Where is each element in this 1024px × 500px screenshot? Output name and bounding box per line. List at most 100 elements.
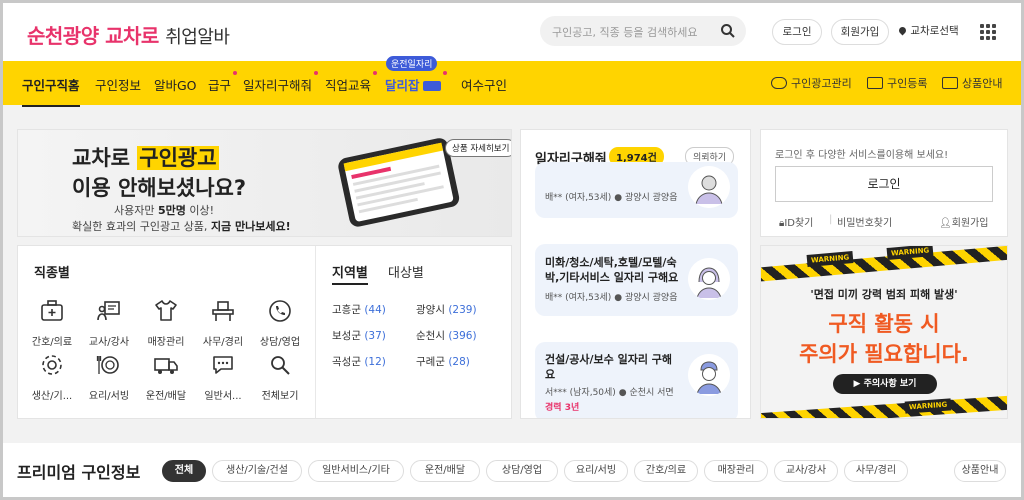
job-category-item[interactable]: 사무/경리 xyxy=(199,298,247,348)
divider: | xyxy=(829,214,833,225)
nav-item-home[interactable]: 구인구직홈 xyxy=(22,75,80,107)
premium-chip[interactable]: 사무/경리 xyxy=(844,460,908,482)
tab-target[interactable]: 대상별 xyxy=(388,262,424,281)
app-grid-icon[interactable] xyxy=(980,24,996,40)
ad-management-icon xyxy=(771,77,787,89)
job-seeker-card[interactable]: 건설/공사/보수 일자리 구해요 서*** (남자,50세) ● 순천시 서면 … xyxy=(535,342,738,418)
warning-ad[interactable]: WARNING WARNING '면접 미끼 강력 범죄 피해 발생' 구직 활… xyxy=(760,245,1008,419)
region-name: 구례군 xyxy=(416,356,445,368)
premium-chip-all[interactable]: 전체 xyxy=(162,460,206,482)
seeker-career: 경력 3년 xyxy=(545,403,580,413)
search-placeholder: 구인공고, 직종 등을 검색하세요 xyxy=(552,26,698,39)
banner-sub2: 확실한 효과의 구인광고 상품, 지금 만나보세요! xyxy=(72,218,291,234)
premium-chip[interactable]: 일반서비스/기타 xyxy=(308,460,404,482)
nav-item-yeosu[interactable]: 여수구인 xyxy=(461,75,507,94)
nav-job-register[interactable]: 구인등록 xyxy=(867,75,927,91)
premium-chip[interactable]: 생산/기술/건설 xyxy=(212,460,302,482)
nav-item-job-info[interactable]: 구인정보 xyxy=(95,75,141,94)
search-input[interactable]: 구인공고, 직종 등을 검색하세요 xyxy=(540,16,746,46)
region-link[interactable]: 구례군 (28) xyxy=(416,354,470,369)
warning-headline-2: 주의가 필요합니다. xyxy=(799,342,969,366)
banner-detail-button[interactable]: 상품 자세히보기 xyxy=(445,139,511,157)
tab-job-type[interactable]: 직종별 xyxy=(34,262,70,281)
job-category-item[interactable]: 생산/기... xyxy=(28,352,76,402)
nav-item-find-job[interactable]: 일자리구해줘 xyxy=(243,71,319,94)
warning-tape xyxy=(761,393,1007,418)
region-link[interactable]: 보성군 (37) xyxy=(332,328,386,343)
premium-chip[interactable]: 간호/의료 xyxy=(634,460,698,482)
site-logo[interactable]: 순천광양 교차로 취업알바 xyxy=(27,20,230,49)
region-link[interactable]: 순천시 (396) xyxy=(416,328,477,343)
location-pin-icon: ● xyxy=(614,293,623,303)
nav-item-education[interactable]: 직업교육 xyxy=(325,71,378,94)
driver-jobs-badge: 운전일자리 xyxy=(386,56,438,71)
shirt-icon xyxy=(155,300,177,321)
nav-item-albago[interactable]: 알바GO xyxy=(154,75,197,94)
job-category-label: 상담/영업 xyxy=(259,337,301,348)
nav-item-urgent-label: 급구 xyxy=(208,78,232,93)
job-category-item[interactable]: 상담/영업 xyxy=(256,298,304,348)
tab-region[interactable]: 지역별 xyxy=(332,262,368,285)
job-category-label: 간호/의료 xyxy=(31,337,73,348)
job-category-item[interactable]: 간호/의료 xyxy=(28,298,76,348)
panel-login-button[interactable]: 로그인 xyxy=(775,166,993,202)
region-link[interactable]: 고흥군 (44) xyxy=(332,302,386,317)
warning-quote: '면접 미끼 강력 범죄 피해 발생' xyxy=(810,288,958,301)
region-count: (396) xyxy=(448,330,477,342)
warning-detail-button[interactable]: ▶ 주의사항 보기 xyxy=(833,374,937,394)
phone-icon xyxy=(269,300,291,322)
job-category-item[interactable]: 운전/배달 xyxy=(142,352,190,402)
warning-headline-1: 구직 활동 시 xyxy=(828,312,940,336)
search-icon[interactable] xyxy=(720,23,736,39)
premium-chip[interactable]: 교사/강사 xyxy=(774,460,838,482)
premium-product-info-button[interactable]: 상품안내 xyxy=(954,460,1006,482)
region-name: 곡성군 xyxy=(332,356,361,368)
premium-chip[interactable]: 요리/서빙 xyxy=(564,460,628,482)
join-link[interactable]: 👤︎회원가입 xyxy=(939,214,989,229)
nav-item-dalijob[interactable]: 달리잡 xyxy=(385,71,447,94)
truck-icon xyxy=(422,81,441,91)
ad-banner[interactable]: 교차로 구인광고 이용 안해보셨나요? 사용자만 5만명 이상! 확실한 효과의… xyxy=(17,129,512,237)
premium-chip[interactable]: 상담/영업 xyxy=(486,460,558,482)
region-select[interactable]: 교차로선택 xyxy=(896,19,962,45)
region-link[interactable]: 곡성군 (12) xyxy=(332,354,386,369)
job-category-item[interactable]: 교사/강사 xyxy=(85,298,133,348)
login-description: 로그인 후 다양한 서비스를이용해 보세요! xyxy=(775,150,949,161)
region-count: (239) xyxy=(448,304,477,316)
new-dot xyxy=(314,71,319,75)
nav-ad-management[interactable]: 구인광고관리 xyxy=(771,75,852,91)
job-seeker-card[interactable]: 미화/청소/세탁,호텔/모텔/숙박,기타서비스 일자리 구해요 배** (여자,… xyxy=(535,244,738,316)
join-label: 회원가입 xyxy=(951,218,989,229)
nav-product-info[interactable]: 상품안내 xyxy=(942,75,1002,91)
location-pin-icon: ● xyxy=(614,193,623,203)
banner-title-line1: 교차로 구인광고 xyxy=(72,142,219,172)
region-count: (44) xyxy=(364,304,386,316)
truck-icon xyxy=(154,358,178,374)
premium-chip[interactable]: 매장관리 xyxy=(704,460,768,482)
seeker-name: 배** (여자,53세) xyxy=(545,193,612,203)
job-category-label: 운전/배달 xyxy=(145,391,187,402)
job-category-item[interactable]: 매장관리 xyxy=(142,298,190,348)
category-panel: 직종별 간호/의료 교사/강사 매장관리 사무/경리 상담/영업 생산/기...… xyxy=(17,245,512,419)
premium-chip[interactable]: 운전/배달 xyxy=(410,460,480,482)
nav-item-urgent[interactable]: 급구 xyxy=(208,71,238,94)
signup-button[interactable]: 회원가입 xyxy=(831,19,889,45)
find-id-link[interactable]: 🔒︎ID찾기 xyxy=(779,214,813,229)
play-icon: ▶ xyxy=(853,379,864,389)
divider xyxy=(315,246,316,418)
nav-item-education-label: 직업교육 xyxy=(325,78,372,93)
job-category-item[interactable]: 일반서... xyxy=(199,352,247,402)
find-password-link[interactable]: 비밀번호찾기 xyxy=(837,214,892,229)
banner-title-a: 교차로 xyxy=(72,146,130,170)
region-link[interactable]: 광양시 (239) xyxy=(416,302,477,317)
region-count: (12) xyxy=(364,356,386,368)
seeker-name: 서*** (남자,50세) xyxy=(545,388,616,398)
banner-sub1-pre: 사용자만 xyxy=(114,204,155,217)
job-category-item[interactable]: 요리/서빙 xyxy=(85,352,133,402)
chat-icon xyxy=(213,356,233,374)
job-seeker-card[interactable]: 배** (여자,53세) ● 광양시 광양읍 xyxy=(535,162,738,218)
job-category-item[interactable]: 전체보기 xyxy=(256,352,304,402)
login-button[interactable]: 로그인 xyxy=(772,19,822,45)
nav-ad-management-label: 구인광고관리 xyxy=(791,77,852,90)
logo-sub-text: 취업알바 xyxy=(165,27,230,48)
